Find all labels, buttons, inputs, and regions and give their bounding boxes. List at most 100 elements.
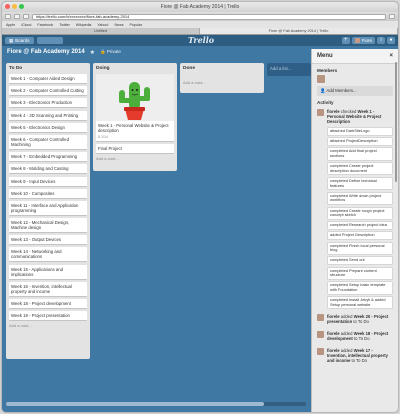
bookmark-item[interactable]: iCloud xyxy=(21,23,31,27)
activity-entry: completed Add final project sections xyxy=(327,147,393,161)
back-button[interactable] xyxy=(5,14,11,19)
activity-item: fiorele added Week 17 - Invention, intel… xyxy=(312,346,398,365)
card[interactable]: Week 13 - Output Devices xyxy=(9,235,87,246)
members-heading: Members xyxy=(317,68,338,73)
bookmark-item[interactable]: Apple xyxy=(6,23,15,27)
bookmarks-bar: Apple iCloud Facebook Twitter Wikipedia Yahoo… xyxy=(2,21,398,28)
scrollbar-thumb[interactable] xyxy=(6,402,264,406)
user-menu[interactable]: Fiore xyxy=(351,37,375,44)
bookmark-item[interactable]: Yahoo! xyxy=(97,23,108,27)
card[interactable]: Week 9 - Input Devices xyxy=(9,176,87,187)
tab-trello[interactable]: Fiore @ Fab Academy 2014 | Trello xyxy=(200,28,398,34)
horizontal-scrollbar[interactable] xyxy=(6,402,306,406)
activity-suffix: to To Do xyxy=(354,336,370,342)
card-title: Week 1 - Personal Website & Project desc… xyxy=(98,123,169,133)
forward-button[interactable] xyxy=(14,14,20,19)
card-badges: 5 2/14 xyxy=(98,135,108,139)
card[interactable]: Week 2 - Computer Controlled Cutting xyxy=(9,86,87,97)
person-icon: 👤 xyxy=(320,88,326,93)
activity-list: fiorele added Week 20 - Project presenta… xyxy=(312,312,398,365)
activity-entry: completed Send out xyxy=(327,256,393,266)
add-card-link[interactable]: Add a card... xyxy=(96,156,174,161)
visibility-badge[interactable]: 🔒 Private xyxy=(100,49,121,55)
tab-untitled[interactable]: Untitled xyxy=(2,28,200,34)
add-card-link[interactable]: Add a card... xyxy=(183,80,261,85)
card[interactable]: Week 1 - Computer Aided Design xyxy=(9,74,87,84)
list-doing: Doing Week 1 - Personal Website & Projec… xyxy=(93,63,177,171)
avatar xyxy=(317,348,324,356)
card[interactable]: Final Project xyxy=(96,144,174,154)
star-icon[interactable]: ★ xyxy=(90,49,95,56)
card[interactable]: Week 6 - Computer Controlled Machining xyxy=(9,134,87,150)
card[interactable]: Week 19 - Project presentation xyxy=(9,311,87,322)
activity-item: fiorele added Week 20 - Project presenta… xyxy=(312,312,398,326)
list-title: Doing xyxy=(96,66,110,71)
notifications-icon[interactable]: ● xyxy=(387,37,395,44)
user-name: Fiore xyxy=(361,38,372,43)
activity-item: fiorele checked Week 1 - Personal Websit… xyxy=(312,107,398,126)
add-icon[interactable]: + xyxy=(341,37,350,44)
list-to-do: To Do Week 1 - Computer Aided Design Week… xyxy=(6,63,90,359)
visibility-label: Private xyxy=(106,49,121,54)
card[interactable]: Week 1 - Personal Website & Project desc… xyxy=(96,74,174,142)
card-container: Week 1 - Computer Aided Design Week 2 - C… xyxy=(9,74,87,322)
activity-entry: completed Install Jekyll & added Setup p… xyxy=(327,296,393,310)
card[interactable]: Week 14 - Networking and communications xyxy=(9,247,87,263)
info-icon[interactable]: i xyxy=(377,37,385,44)
card[interactable]: Week 18 - Project development xyxy=(9,299,87,309)
add-list-button[interactable]: Add a list... xyxy=(267,63,311,76)
browser-toolbar: https://trello.com/b/xxxxxxxx/fiore-fab-… xyxy=(2,12,398,21)
card[interactable]: Week 15 - Applications and implications xyxy=(9,264,87,280)
activity-entry: attached DarkSiteLogo xyxy=(327,127,393,136)
activity-entry: added Project Description xyxy=(327,231,393,241)
minimize-icon[interactable] xyxy=(12,4,17,9)
vertical-scrollbar[interactable] xyxy=(395,62,397,182)
activity-entry: completed Define technical features xyxy=(327,176,393,191)
activity-entry: completed Prepare content structure xyxy=(327,266,393,280)
card[interactable]: Week 11 - Interface and Application prog… xyxy=(9,200,87,216)
list-title: Done xyxy=(183,66,195,71)
share-button[interactable] xyxy=(23,14,29,19)
boards-label: Boards xyxy=(15,38,30,43)
activity-entry: completed Finish local personal blog xyxy=(327,241,393,255)
card[interactable]: Week 12 - Mechanical Design, Machine des… xyxy=(9,218,87,234)
board-menu-sidebar: Menu × Members 👤 Add Members... Activity… xyxy=(311,49,398,412)
activity-checklist: attached DarkSiteLogo attached ProjectDes… xyxy=(327,127,393,310)
board-title[interactable]: Fiore @ Fab Academy 2014 xyxy=(7,49,85,55)
boards-button[interactable]: ▦ Boards xyxy=(5,37,34,44)
activity-item: fiorele added Week 18 - Project developm… xyxy=(312,329,398,343)
card[interactable]: Week 7 - Embedded Programming xyxy=(9,152,87,163)
url-bar[interactable]: https://trello.com/b/xxxxxxxx/fiore-fab-… xyxy=(32,13,386,20)
card[interactable]: Week 10 - Composites xyxy=(9,188,87,199)
bookmark-item[interactable]: Popular xyxy=(130,23,142,27)
title-bar: Fiore @ Fab Academy 2014 | Trello xyxy=(2,2,398,12)
activity-suffix: to To Do xyxy=(351,358,367,364)
card[interactable]: Week 4 - 3D Scanning and Printing xyxy=(9,110,87,121)
reload-button[interactable] xyxy=(389,14,395,19)
add-card-link[interactable]: Add a card... xyxy=(9,323,87,328)
card[interactable]: Week 5 - Electronics Design xyxy=(9,122,87,133)
activity-entry: completed Setup basic template with Foun… xyxy=(327,281,393,295)
close-icon[interactable] xyxy=(5,4,10,9)
bookmark-item[interactable]: News xyxy=(115,23,124,27)
boards-icon: ▦ xyxy=(9,37,14,43)
activity-entry: completed Research project idea xyxy=(327,221,393,230)
card[interactable]: Week 8 - Molding and Casting xyxy=(9,164,87,175)
member-avatar[interactable] xyxy=(317,75,325,83)
add-members-button[interactable]: 👤 Add Members... xyxy=(317,86,393,96)
card-cover-image xyxy=(96,74,174,121)
avatar xyxy=(354,38,360,43)
zoom-icon[interactable] xyxy=(19,4,24,9)
card[interactable]: Week 3 - Electronics Production xyxy=(9,98,87,109)
search-input[interactable] xyxy=(36,37,63,44)
window-title: Fiore @ Fab Academy 2014 | Trello xyxy=(160,4,240,10)
card[interactable]: Week 16 - Invention, intellectual proper… xyxy=(9,281,87,297)
bookmark-item[interactable]: Facebook xyxy=(37,23,53,27)
list-done: Done Add a card... xyxy=(180,63,264,93)
bookmark-item[interactable]: Wikipedia xyxy=(76,23,92,27)
trello-logo[interactable]: Trello xyxy=(188,35,214,46)
header-actions: + Fiore i ● xyxy=(341,37,395,44)
bookmark-item[interactable]: Twitter xyxy=(59,23,70,27)
close-menu-icon[interactable]: × xyxy=(389,53,393,59)
activity-suffix: to To Do xyxy=(353,319,369,325)
